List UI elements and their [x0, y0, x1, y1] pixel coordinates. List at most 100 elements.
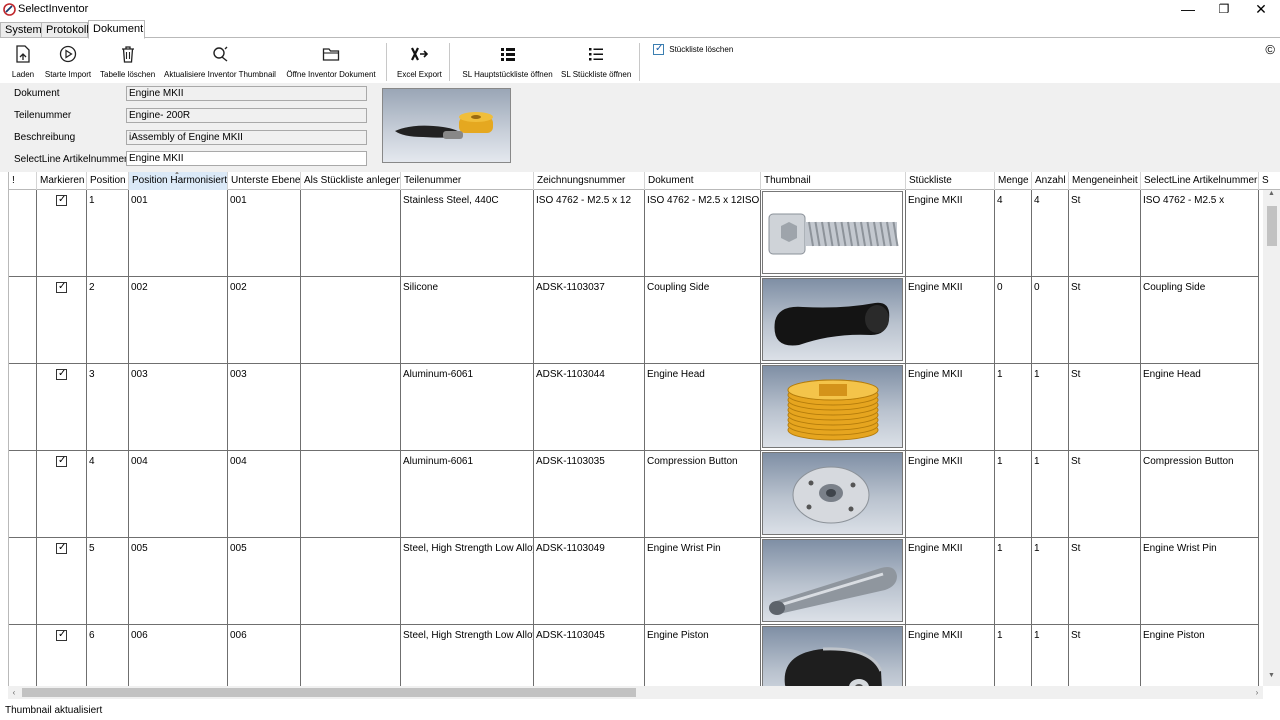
close-button[interactable]: ✕	[1243, 0, 1279, 20]
table-row[interactable]: 4 004 004 Aluminum-6061 ADSK-1103035 Com…	[9, 451, 1259, 538]
column-header-menge[interactable]: Menge	[995, 172, 1032, 190]
unterste-ebene-cell: 003	[228, 364, 301, 450]
mengeneinheit-cell: St	[1069, 538, 1141, 624]
part-thumbnail	[762, 626, 903, 686]
beschreibung-field[interactable]: iAssembly of Engine MKII	[126, 130, 367, 145]
oeffne-dokument-button[interactable]: Öffne Inventor Dokument	[285, 45, 377, 81]
stueckliste-loeschen-checkbox[interactable]: Stückliste löschen	[653, 43, 734, 55]
markieren-checkbox[interactable]	[56, 281, 67, 293]
maximize-button[interactable]: ❐	[1206, 0, 1242, 20]
column-header-als-stueckliste[interactable]: Als Stückliste anlegen	[301, 172, 401, 190]
column-header-stueckliste[interactable]: Stückliste	[906, 172, 995, 190]
menge-cell: 0	[995, 277, 1032, 363]
column-header-selectline-artikelnummer[interactable]: SelectLine Artikelnummer	[1141, 172, 1259, 190]
unterste-ebene-cell: 005	[228, 538, 301, 624]
column-header-zeichnungsnummer[interactable]: Zeichnungsnummer	[534, 172, 645, 190]
artikelnummer-field[interactable]: Engine MKII	[126, 151, 367, 166]
menge-cell: 1	[995, 538, 1032, 624]
sl-hauptstueckliste-button[interactable]: SL Hauptstückliste öffnen	[462, 45, 553, 81]
column-header-unterste-ebene[interactable]: Unterste Ebene	[228, 172, 301, 190]
excel-export-button[interactable]: Excel Export	[397, 45, 442, 81]
laden-button[interactable]: Laden	[10, 45, 36, 81]
horizontal-scrollbar[interactable]: ‹ ›	[8, 686, 1263, 699]
row-flag-cell	[9, 277, 37, 363]
anzahl-cell: 1	[1032, 451, 1069, 537]
sl-stueckliste-label: SL Stückliste öffnen	[561, 70, 632, 79]
markieren-checkbox[interactable]	[56, 629, 67, 641]
teilenummer-cell: Steel, High Strength Low Alloy	[401, 538, 534, 624]
copyright-icon[interactable]: ©	[1265, 42, 1275, 57]
selectline-artikelnummer-cell: Engine Piston	[1141, 625, 1259, 686]
column-header-flag[interactable]: !	[9, 172, 37, 190]
tabelle-loeschen-button[interactable]: Tabelle löschen	[100, 45, 155, 81]
column-header-dokument[interactable]: Dokument	[645, 172, 761, 190]
table-row[interactable]: 3 003 003 Aluminum-6061 ADSK-1103044 Eng…	[9, 364, 1259, 451]
minimize-button[interactable]: —	[1170, 0, 1206, 20]
markieren-checkbox[interactable]	[56, 542, 67, 554]
mengeneinheit-cell: St	[1069, 190, 1141, 276]
als-stueckliste-cell	[301, 190, 401, 276]
list-icon	[589, 48, 603, 61]
stueckliste-loeschen-label: Stückliste löschen	[669, 45, 734, 54]
markieren-cell	[37, 625, 87, 686]
table-row[interactable]: 2 002 002 Silicone ADSK-1103037 Coupling…	[9, 277, 1259, 364]
markieren-checkbox[interactable]	[56, 194, 67, 206]
column-header-markieren[interactable]: Markieren	[37, 172, 87, 190]
markieren-checkbox[interactable]	[56, 368, 67, 380]
position-harmonisiert-cell: 003	[129, 364, 228, 450]
teilenummer-cell: Steel, High Strength Low Alloy	[401, 625, 534, 686]
toolbar-separator	[639, 43, 640, 81]
teilenummer-label: Teilenummer	[14, 110, 72, 121]
zeichnungsnummer-cell: ADSK-1103035	[534, 451, 645, 537]
teilenummer-cell: Silicone	[401, 277, 534, 363]
toolbar-separator	[449, 43, 450, 81]
dokument-field[interactable]: Engine MKII	[126, 86, 367, 101]
selectline-artikelnummer-cell: Compression Button	[1141, 451, 1259, 537]
vertical-scrollbar[interactable]: ▲ ▼	[1263, 190, 1280, 686]
vertical-scroll-thumb[interactable]	[1267, 206, 1277, 246]
column-header-mengeneinheit[interactable]: Mengeneinheit	[1069, 172, 1141, 190]
anzahl-cell: 1	[1032, 538, 1069, 624]
starte-import-button[interactable]: Starte Import	[44, 45, 92, 81]
tabelle-loeschen-label: Tabelle löschen	[100, 70, 156, 79]
screw-part-image	[763, 192, 902, 273]
sl-stueckliste-button[interactable]: SL Stückliste öffnen	[561, 45, 631, 81]
stueckliste-cell: Engine MKII	[906, 277, 995, 363]
table-row[interactable]: 5 005 005 Steel, High Strength Low Alloy…	[9, 538, 1259, 625]
dokument-label: Dokument	[14, 88, 60, 99]
teilenummer-field[interactable]: Engine- 200R	[126, 108, 367, 123]
table-row[interactable]: 1 001 001 Stainless Steel, 440C ISO 4762…	[9, 190, 1259, 277]
bom-grid: ! Markieren Position ▲ Position Harmonis…	[8, 172, 1280, 686]
sl-hauptstueckliste-label: SL Hauptstückliste öffnen	[462, 70, 553, 79]
scroll-down-icon[interactable]: ▼	[1263, 672, 1280, 686]
scroll-left-icon[interactable]: ‹	[8, 686, 20, 699]
scroll-right-icon[interactable]: ›	[1251, 686, 1263, 699]
document-thumbnail	[382, 88, 511, 163]
column-header-thumbnail[interactable]: Thumbnail	[761, 172, 906, 190]
als-stueckliste-cell	[301, 538, 401, 624]
column-header-more[interactable]: S	[1259, 172, 1280, 190]
column-header-position[interactable]: Position	[87, 172, 129, 190]
laden-label: Laden	[11, 70, 35, 79]
unterste-ebene-cell: 006	[228, 625, 301, 686]
title-bar: SelectInventor — ❐ ✕	[0, 0, 1280, 20]
tab-dokument[interactable]: Dokument	[88, 20, 145, 39]
scroll-up-icon[interactable]: ▲	[1263, 190, 1280, 204]
pin-part-image	[769, 567, 897, 615]
status-text: Thumbnail aktualisiert	[5, 705, 103, 716]
position-cell: 1	[87, 190, 129, 276]
position-cell: 4	[87, 451, 129, 537]
tab-protokoll[interactable]: Protokoll	[41, 22, 89, 38]
aktualisiere-thumbnail-button[interactable]: Aktualisiere Inventor Thumbnail	[163, 45, 277, 81]
refresh-thumbnail-icon	[213, 46, 228, 62]
column-header-teilenummer[interactable]: Teilenummer	[401, 172, 534, 190]
markieren-checkbox[interactable]	[56, 455, 67, 467]
tab-system[interactable]: System	[0, 22, 42, 38]
markieren-cell	[37, 190, 87, 276]
position-harmonisiert-cell: 001	[129, 190, 228, 276]
horizontal-scroll-thumb[interactable]	[22, 688, 636, 697]
column-header-anzahl[interactable]: Anzahl	[1032, 172, 1069, 190]
table-row[interactable]: 6 006 006 Steel, High Strength Low Alloy…	[9, 625, 1259, 686]
column-header-position-harmonisiert[interactable]: ▲ Position Harmonisiert	[129, 172, 228, 190]
sort-ascending-icon: ▲	[174, 172, 180, 176]
